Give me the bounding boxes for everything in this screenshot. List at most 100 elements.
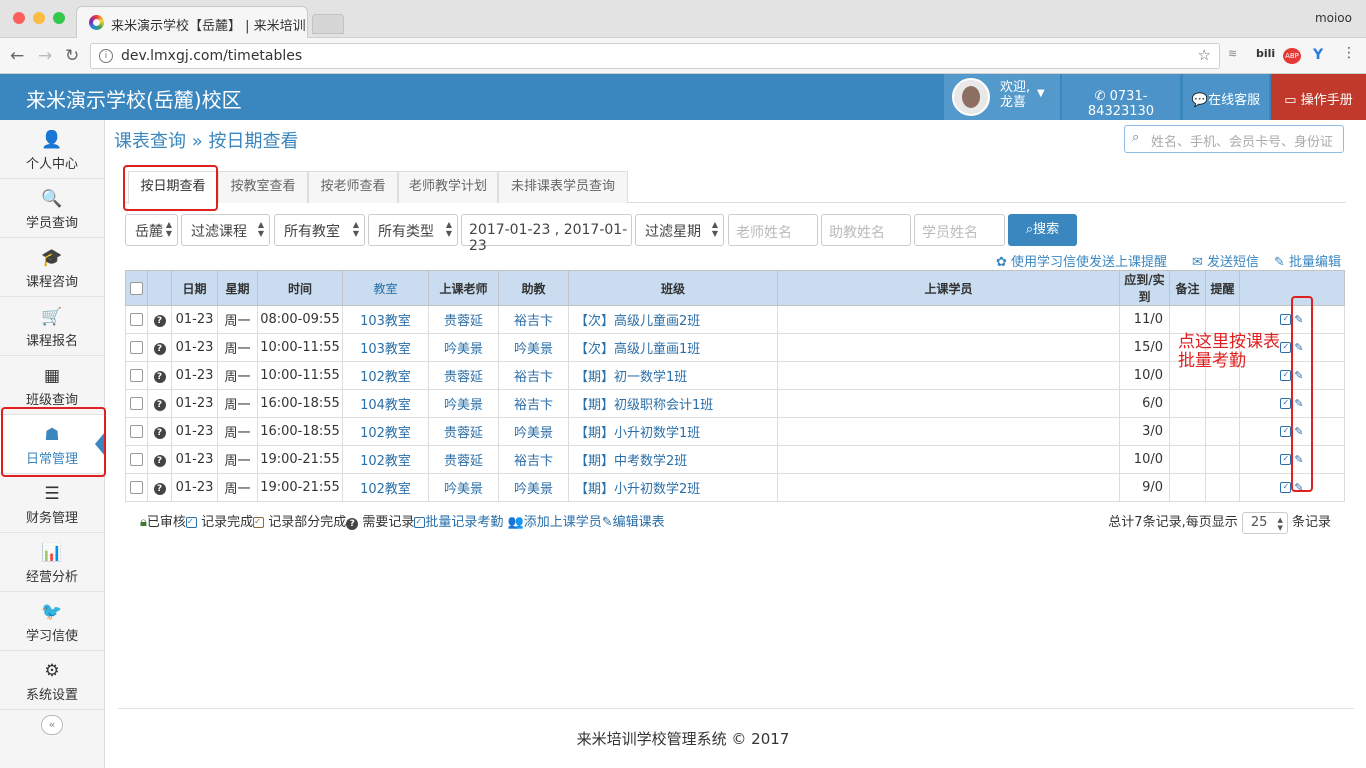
minimize-window-icon[interactable] (33, 12, 45, 24)
table-row[interactable]: ? 01-23 周一 10:00-11:55 103教室 吟美景 吟美景 【次】高级儿童画1班… (125, 333, 1345, 362)
class-link[interactable]: 【期】小升初数学1班 (568, 417, 778, 446)
row-checkbox[interactable] (130, 313, 143, 326)
batch-attendance-icon[interactable]: ✓ (1280, 314, 1292, 325)
room-select[interactable]: 所有教室 ▲ ▼ (274, 214, 365, 246)
batch-attendance-icon[interactable]: ✓ (1280, 398, 1292, 409)
online-service-button[interactable]: 💬在线客服 (1183, 74, 1269, 120)
batch-edit-link[interactable]: ✎ 批量编辑 (1274, 251, 1341, 270)
sidebar-item-students[interactable]: 🔍 学员查询 (0, 179, 104, 238)
extension-icon[interactable]: ≋ (1228, 47, 1237, 60)
batch-attendance-icon[interactable]: ✓ (1280, 454, 1292, 465)
bilibili-extension-icon[interactable]: bili (1256, 47, 1275, 60)
batch-attendance-icon[interactable]: ✓ (1280, 426, 1292, 437)
teacher-link[interactable]: 吟美景 (428, 333, 499, 362)
send-sms-link[interactable]: ✉ 发送短信 (1192, 251, 1259, 270)
table-row[interactable]: ? 01-23 周一 16:00-18:55 102教室 贵蓉延 吟美景 【期】小升初数学1班… (125, 417, 1345, 446)
room-link[interactable]: 102教室 (342, 361, 429, 390)
sidebar-item-consult[interactable]: 🎓 课程咨询 (0, 238, 104, 297)
sidebar-item-finance[interactable]: ☰ 财务管理 (0, 474, 104, 533)
info-icon[interactable]: i (99, 49, 113, 63)
teacher-link[interactable]: 贵蓉延 (428, 361, 499, 390)
class-link[interactable]: 【次】高级儿童画1班 (568, 333, 778, 362)
batch-attendance-icon[interactable]: ✓ (1280, 482, 1292, 493)
header-room[interactable]: 教室 (342, 270, 429, 306)
room-link[interactable]: 103教室 (342, 333, 429, 362)
class-link[interactable]: 【次】高级儿童画2班 (568, 305, 778, 334)
room-link[interactable]: 102教室 (342, 417, 429, 446)
manual-button[interactable]: ▭ 操作手册 (1271, 74, 1366, 120)
close-window-icon[interactable] (13, 12, 25, 24)
adblock-icon[interactable]: ABP (1283, 48, 1301, 64)
assistant-link[interactable]: 裕吉卞 (498, 305, 569, 334)
browser-tab[interactable]: 来米演示学校【岳麓】 | 来米培训 (76, 6, 308, 38)
type-select[interactable]: 所有类型 ▲ ▼ (368, 214, 458, 246)
tab-by-room[interactable]: 按教室查看 (218, 171, 308, 203)
sidebar-item-enroll[interactable]: 🛒 课程报名 (0, 297, 104, 356)
row-checkbox[interactable] (130, 453, 143, 466)
tab-by-teacher[interactable]: 按老师查看 (308, 171, 398, 203)
row-checkbox[interactable] (130, 397, 143, 410)
assistant-link[interactable]: 裕吉卞 (498, 389, 569, 418)
table-row[interactable]: ? 01-23 周一 16:00-18:55 104教室 吟美景 裕吉卞 【期】初级职称会计1… (125, 389, 1345, 418)
edit-timetable-link[interactable]: ✎编辑课表 (602, 515, 665, 530)
class-link[interactable]: 【期】初级职称会计1班 (568, 389, 778, 418)
menu-icon[interactable]: ⋮ (1342, 45, 1356, 61)
table-row[interactable]: ? 01-23 周一 08:00-09:55 103教室 贵蓉延 裕吉卞 【次】高级儿童画2班… (125, 305, 1345, 334)
vpn-extension-icon[interactable]: Y (1313, 47, 1323, 63)
tab-unscheduled-students[interactable]: 未排课表学员查询 (498, 171, 628, 203)
assistant-link[interactable]: 吟美景 (498, 333, 569, 362)
teacher-name-input[interactable]: 老师姓名 (728, 214, 818, 246)
assistant-link[interactable]: 裕吉卞 (498, 445, 569, 474)
assistant-link[interactable]: 吟美景 (498, 473, 569, 502)
assistant-link[interactable]: 裕吉卞 (498, 361, 569, 390)
campus-select[interactable]: 岳麓 ▲ ▼ (125, 214, 178, 246)
row-checkbox[interactable] (130, 425, 143, 438)
teacher-link[interactable]: 贵蓉延 (428, 445, 499, 474)
reload-icon[interactable]: ↻ (65, 46, 79, 66)
batch-attendance-icon[interactable]: ✓ (1280, 370, 1292, 381)
room-link[interactable]: 102教室 (342, 473, 429, 502)
teacher-link[interactable]: 贵蓉延 (428, 305, 499, 334)
user-menu[interactable]: 欢迎, 龙喜 ▼ (944, 74, 1060, 120)
teacher-link[interactable]: 吟美景 (428, 389, 499, 418)
class-link[interactable]: 【期】初一数学1班 (568, 361, 778, 390)
row-checkbox[interactable] (130, 341, 143, 354)
room-link[interactable]: 103教室 (342, 305, 429, 334)
teacher-link[interactable]: 贵蓉延 (428, 417, 499, 446)
assistant-link[interactable]: 吟美景 (498, 417, 569, 446)
table-row[interactable]: ? 01-23 周一 19:00-21:55 102教室 贵蓉延 裕吉卞 【期】中考数学2班 1… (125, 445, 1345, 474)
add-student-link[interactable]: 👥添加上课学员 (508, 515, 602, 530)
sidebar-item-settings[interactable]: ⚙ 系统设置 (0, 651, 104, 710)
teacher-link[interactable]: 吟美景 (428, 473, 499, 502)
course-select[interactable]: 过滤课程 ▲ ▼ (181, 214, 270, 246)
bookmark-star-icon[interactable]: ☆ (1198, 46, 1211, 64)
select-all-checkbox[interactable] (130, 282, 143, 295)
batch-attendance-icon[interactable]: ✓ (1280, 342, 1292, 353)
student-name-input[interactable]: 学员姓名 (914, 214, 1005, 246)
url-input[interactable]: i dev.lmxgj.com/timetables ☆ (90, 43, 1220, 69)
weekday-select[interactable]: 过滤星期 ▲ ▼ (635, 214, 724, 246)
search-button[interactable]: ⌕搜索 (1008, 214, 1077, 246)
date-range-input[interactable]: 2017-01-23 , 2017-01-23 (461, 214, 632, 254)
back-icon[interactable]: ← (10, 46, 24, 66)
maximize-window-icon[interactable] (53, 12, 65, 24)
class-link[interactable]: 【期】小升初数学2班 (568, 473, 778, 502)
assistant-name-input[interactable]: 助教姓名 (821, 214, 911, 246)
sidebar-item-analysis[interactable]: 📊 经营分析 (0, 533, 104, 592)
batch-attendance-link[interactable]: ✓ 批量记录考勤 (414, 515, 503, 530)
school-brand[interactable]: 来米演示学校(岳麓)校区 (26, 84, 242, 113)
phone-button[interactable]: ✆ 0731-84323130 (1062, 74, 1180, 120)
table-row[interactable]: ? 01-23 周一 10:00-11:55 102教室 贵蓉延 裕吉卞 【期】初一数学1班 1… (125, 361, 1345, 390)
profile-name[interactable]: moioo (1315, 11, 1352, 25)
per-page-select[interactable]: 25 ▲ ▼ (1241, 511, 1288, 534)
class-link[interactable]: 【期】中考数学2班 (568, 445, 778, 474)
new-tab-button[interactable] (312, 14, 344, 34)
tab-teaching-plan[interactable]: 老师教学计划 (398, 171, 498, 203)
table-row[interactable]: ? 01-23 周一 19:00-21:55 102教室 吟美景 吟美景 【期】小升初数学2班… (125, 473, 1345, 502)
global-search-input[interactable]: ⌕ 姓名、手机、会员卡号、身份证 (1124, 125, 1344, 153)
room-link[interactable]: 104教室 (342, 389, 429, 418)
wechat-reminder-link[interactable]: ✿ 使用学习信使发送上课提醒 (996, 251, 1167, 270)
row-checkbox[interactable] (130, 481, 143, 494)
forward-icon[interactable]: → (38, 46, 52, 66)
room-link[interactable]: 102教室 (342, 445, 429, 474)
